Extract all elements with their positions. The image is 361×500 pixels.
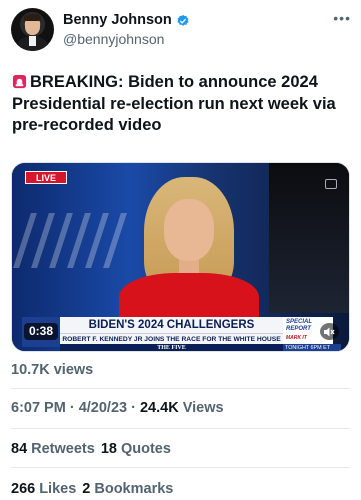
retweets-count: 84 (11, 441, 28, 457)
tweet-header: Benny Johnson @bennyjohnson ••• (11, 8, 351, 52)
likes-stat[interactable]: 266 Likes (11, 481, 76, 497)
chyron-subheadline: ROBERT F. KENNEDY JR JOINS THE RACE FOR … (60, 333, 283, 344)
live-badge: LIVE (25, 171, 67, 184)
divider (11, 467, 350, 468)
views-count: 24.4K (139, 400, 179, 416)
retweets-label: Retweets (31, 441, 95, 457)
speaker-muted-icon (324, 327, 335, 336)
bookmarks-label: Bookmarks (94, 481, 174, 497)
news-anchor (114, 173, 264, 333)
special-report-time: TONIGHT 6PM ET (283, 344, 341, 351)
author-handle[interactable]: @bennyjohnson (63, 30, 190, 48)
quotes-stat[interactable]: 18 Quotes (101, 441, 171, 457)
author-name-row: Benny Johnson (63, 12, 190, 29)
more-options-icon[interactable]: ••• (333, 10, 351, 26)
captions-icon (325, 179, 337, 189)
retweets-stat[interactable]: 84 Retweets (11, 441, 95, 457)
bookmarks-count: 2 (82, 481, 91, 497)
likes-count: 266 (11, 481, 36, 497)
author-display-name[interactable]: Benny Johnson (63, 12, 172, 29)
meta-separator: · (131, 400, 140, 416)
views-word: Views (182, 400, 224, 416)
chyron: BIDEN'S 2024 CHALLENGERS ROBERT F. KENNE… (12, 313, 349, 351)
meta-separator: · (69, 400, 79, 416)
engagement-row-2: 266 Likes 2 Bookmarks (11, 481, 173, 497)
quotes-count: 18 (100, 441, 117, 457)
mute-icon[interactable] (320, 323, 339, 340)
avatar-hair (24, 14, 41, 21)
engagement-row: 84 Retweets 18 Quotes (11, 441, 171, 457)
anchor-face (164, 199, 214, 261)
verified-badge-icon (177, 14, 189, 26)
video-player[interactable]: LIVE BIDEN'S 2024 CHALLENGERS ROBERT F. … (11, 162, 350, 352)
chyron-headline: BIDEN'S 2024 CHALLENGERS (60, 317, 283, 333)
avatar[interactable] (11, 8, 54, 51)
tweet-date[interactable]: 4/20/23 (79, 400, 127, 416)
tweet-body: BREAKING: Biden to announce 2024 Preside… (12, 73, 336, 134)
tweet-time[interactable]: 6:07 PM (11, 400, 66, 416)
author-info[interactable]: Benny Johnson @bennyjohnson (63, 12, 190, 48)
avatar-collar (29, 36, 36, 46)
likes-label: Likes (39, 481, 77, 497)
tweet-meta: 6:07 PM · 4/20/23 · 24.4K Views (11, 400, 224, 416)
tweet-text: BREAKING: Biden to announce 2024 Preside… (12, 72, 352, 137)
siren-emoji-icon (12, 74, 27, 89)
chyron-show-name: THE FIVE (60, 344, 283, 351)
video-timecode: 0:38 (24, 323, 59, 340)
special-report-label: SPECIAL REPORT (286, 319, 312, 332)
studio-panel (269, 163, 349, 313)
divider (11, 388, 350, 389)
divider (11, 428, 350, 429)
video-views: 10.7K views (11, 362, 94, 378)
quotes-label: Quotes (120, 441, 171, 457)
bookmarks-stat[interactable]: 2 Bookmarks (82, 481, 173, 497)
